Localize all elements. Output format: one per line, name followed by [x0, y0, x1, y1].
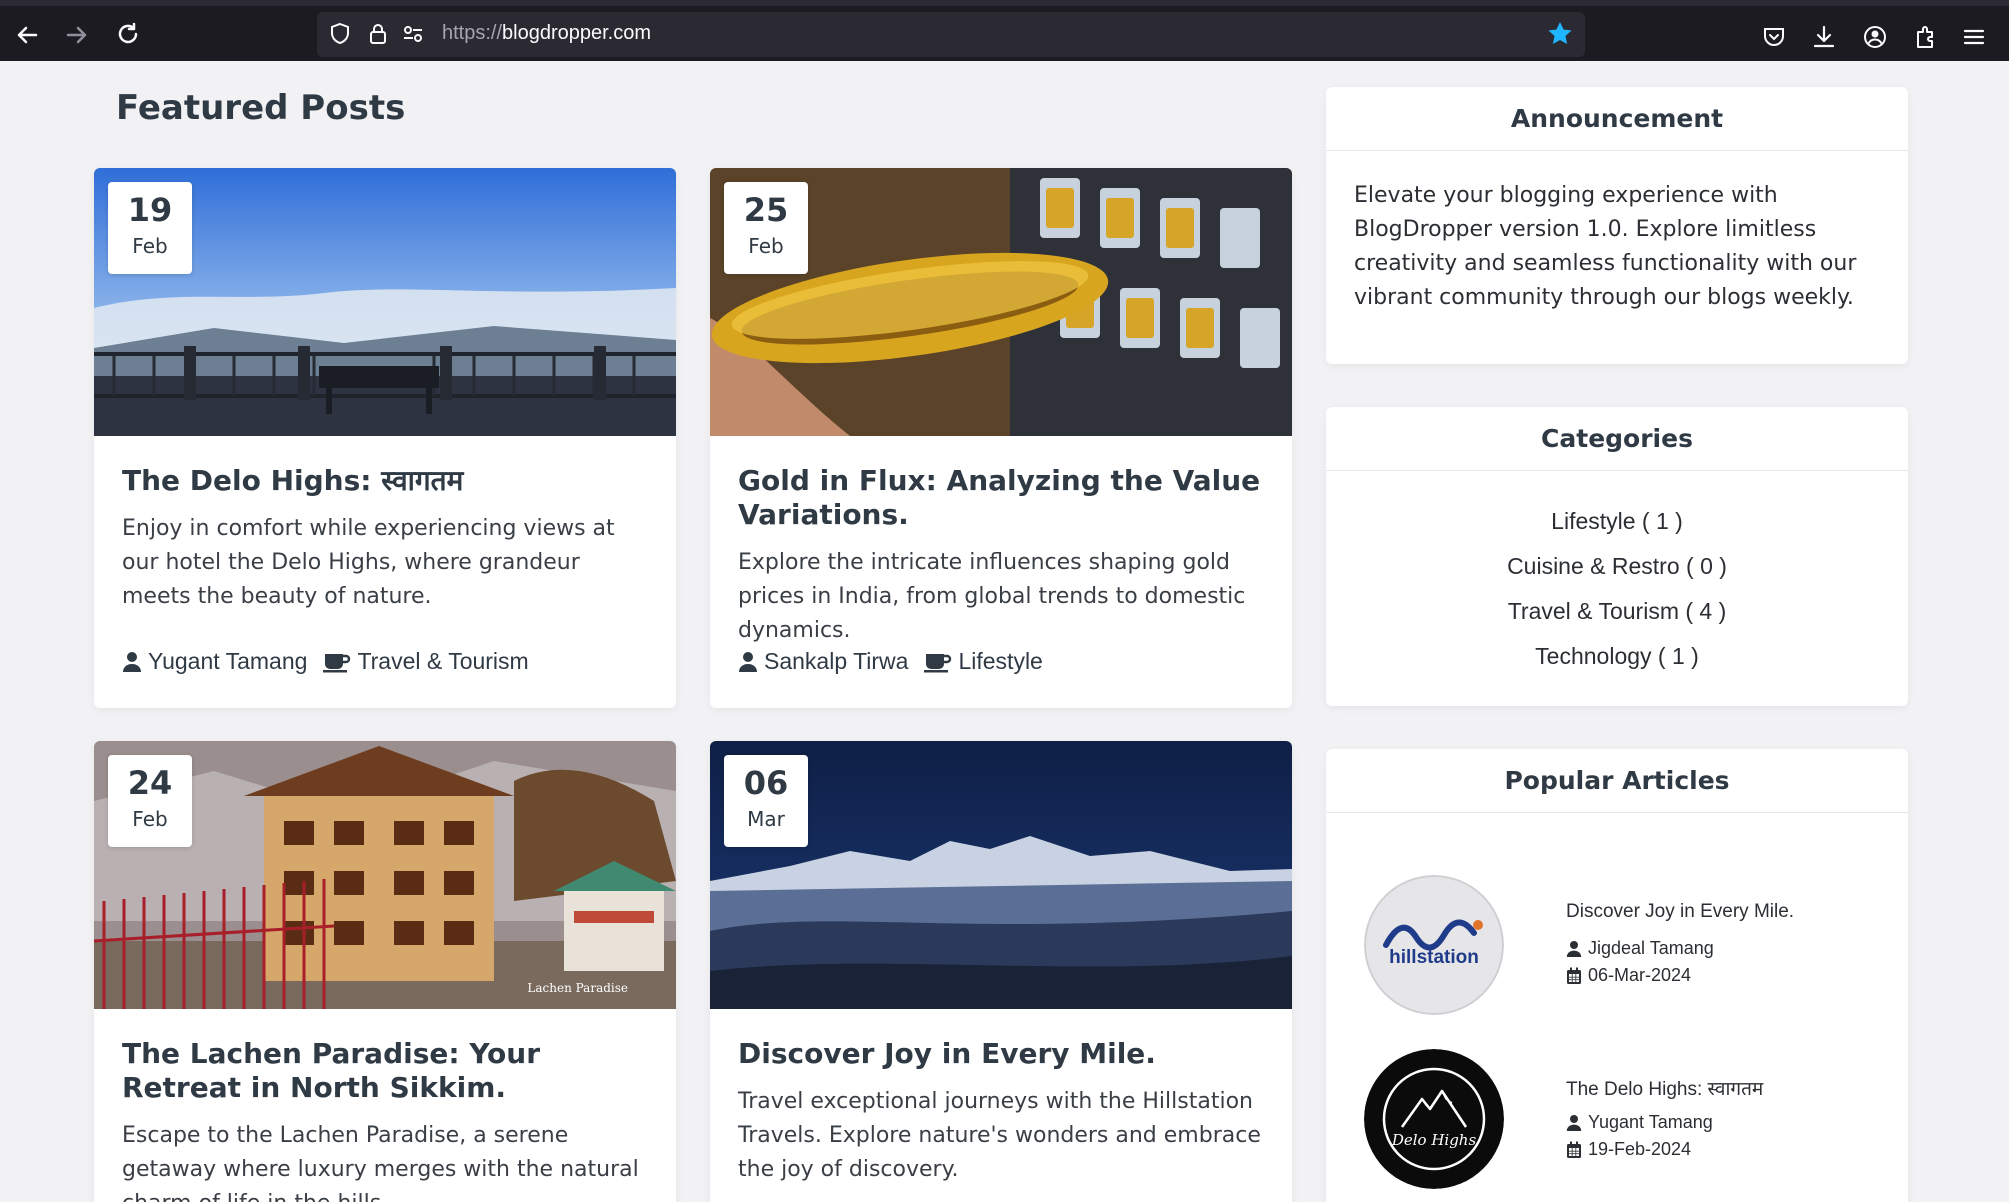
bookmark-star-icon[interactable] [1545, 19, 1575, 49]
user-icon [739, 651, 757, 672]
post-category-name: Lifestyle [958, 648, 1043, 674]
popular-article-date: 19-Feb-2024 [1566, 1139, 1691, 1160]
post-title[interactable]: Discover Joy in Every Mile. [738, 1037, 1268, 1071]
post-day: 24 [127, 764, 173, 802]
categories-heading: Categories [1326, 407, 1908, 471]
post-category[interactable]: Lifestyle [924, 648, 1043, 675]
post-author[interactable]: Yugant Tamang [122, 648, 307, 675]
calendar-icon [1567, 1141, 1581, 1158]
popular-articles-widget: Popular Articles hillstation Discover Jo… [1326, 749, 1908, 1202]
browser-toolbar: https://blogdropper.com [0, 0, 2009, 61]
coffee-icon [924, 653, 952, 672]
user-icon [1566, 1114, 1582, 1131]
popular-article-date-text: 19-Feb-2024 [1588, 1139, 1692, 1159]
post-date-badge: 24 Feb [108, 755, 192, 847]
popular-article-date: 06-Mar-2024 [1566, 965, 1691, 986]
post-excerpt: Enjoy in comfort while experiencing view… [122, 516, 615, 609]
popular-article-date-text: 06-Mar-2024 [1588, 965, 1692, 985]
image-watermark: Lachen Paradise [527, 981, 628, 995]
user-icon [123, 651, 141, 672]
shield-icon[interactable] [327, 21, 353, 47]
post-category[interactable]: Travel & Tourism [323, 648, 529, 675]
post-month: Mar [747, 807, 785, 831]
post-excerpt: Explore the intricate influences shaping… [738, 550, 1246, 643]
post-month: Feb [132, 807, 168, 831]
permissions-icon[interactable] [400, 21, 426, 47]
hillstation-logo-text: hillstation [1389, 947, 1479, 968]
post-excerpt: Travel exceptional journeys with the Hil… [738, 1089, 1261, 1182]
post-category-name: Travel & Tourism [357, 648, 529, 674]
coffee-icon [323, 653, 351, 672]
category-item-travel-tourism[interactable]: Travel & Tourism ( 4 ) [1326, 589, 1908, 634]
post-day: 19 [127, 191, 173, 229]
delo-highs-logo-text: Delo Highs [1391, 1131, 1477, 1149]
post-author[interactable]: Sankalp Tirwa [738, 648, 908, 675]
download-icon[interactable] [1810, 23, 1838, 51]
post-title[interactable]: Gold in Flux: Analyzing the Value Variat… [738, 464, 1268, 532]
post-author-name: Sankalp Tirwa [764, 648, 909, 674]
post-author-name: Yugant Tamang [148, 648, 308, 674]
post-date-badge: 25 Feb [724, 182, 808, 274]
announcement-widget: Announcement Elevate your blogging exper… [1326, 87, 1908, 364]
post-title[interactable]: The Lachen Paradise: Your Retreat in Nor… [122, 1037, 652, 1105]
post-month: Feb [132, 234, 168, 258]
pocket-icon[interactable] [1760, 23, 1788, 51]
announcement-text: Elevate your blogging experience with Bl… [1354, 183, 1857, 310]
url-scheme: https:// [442, 22, 503, 44]
post-day: 25 [743, 191, 789, 229]
category-item-technology[interactable]: Technology ( 1 ) [1326, 634, 1908, 679]
reload-icon[interactable] [113, 20, 143, 50]
categories-widget: Categories Lifestyle ( 1 ) Cuisine & Res… [1326, 407, 1908, 706]
popular-article-title[interactable]: Discover Joy in Every Mile. [1566, 901, 1794, 923]
post-excerpt: Escape to the Lachen Paradise, a serene … [122, 1123, 639, 1202]
post-month: Feb [748, 234, 784, 258]
extensions-icon[interactable] [1911, 23, 1939, 51]
popular-articles-heading: Popular Articles [1326, 749, 1908, 813]
address-bar[interactable]: https://blogdropper.com [317, 12, 1585, 57]
post-meta: Yugant Tamang Travel & Tourism [122, 648, 545, 675]
account-icon[interactable] [1861, 23, 1889, 51]
user-icon [1566, 940, 1582, 957]
announcement-heading: Announcement [1326, 87, 1908, 151]
category-list: Lifestyle ( 1 ) Cuisine & Restro ( 0 ) T… [1326, 499, 1908, 679]
popular-article-title[interactable]: The Delo Highs: स्वागतम [1566, 1075, 1763, 1101]
post-card[interactable]: 25 Feb Gold in Flux: Analyzing the Value… [710, 168, 1292, 708]
post-card[interactable]: 06 Mar Discover Joy in Every Mile. Trave… [710, 741, 1292, 1202]
back-arrow-icon[interactable] [12, 20, 42, 50]
popular-article-author-name: Yugant Tamang [1588, 1112, 1713, 1132]
post-date-badge: 06 Mar [724, 755, 808, 847]
popular-article-author: Yugant Tamang [1566, 1112, 1713, 1133]
popular-article-author-name: Jigdeal Tamang [1588, 938, 1714, 958]
article-thumbnail[interactable]: Delo Highs [1364, 1049, 1504, 1189]
menu-icon[interactable] [1960, 23, 1988, 51]
popular-article-item[interactable]: Delo Highs The Delo Highs: स्वागतम Yugan… [1364, 1049, 1884, 1189]
url-text[interactable]: https://blogdropper.com [442, 22, 651, 45]
featured-posts-heading: Featured Posts [116, 88, 406, 128]
category-item-lifestyle[interactable]: Lifestyle ( 1 ) [1326, 499, 1908, 544]
post-day: 06 [743, 764, 789, 802]
post-meta: Sankalp Tirwa Lifestyle [738, 648, 1059, 675]
calendar-icon [1567, 967, 1581, 984]
url-host: blogdropper.com [502, 22, 652, 44]
forward-arrow-icon[interactable] [62, 20, 92, 50]
post-date-badge: 19 Feb [108, 182, 192, 274]
category-item-cuisine-restro[interactable]: Cuisine & Restro ( 0 ) [1326, 544, 1908, 589]
post-card[interactable]: 19 Feb The Delo Highs: स्वागतम Enjoy in … [94, 168, 676, 708]
lock-icon[interactable] [365, 21, 391, 47]
post-card[interactable]: Lachen Paradise 24 Feb The Lachen Paradi… [94, 741, 676, 1202]
popular-article-item[interactable]: hillstation Discover Joy in Every Mile. … [1364, 875, 1884, 1015]
article-thumbnail[interactable]: hillstation [1364, 875, 1504, 1015]
popular-article-author: Jigdeal Tamang [1566, 938, 1714, 959]
post-title[interactable]: The Delo Highs: स्वागतम [122, 464, 652, 498]
